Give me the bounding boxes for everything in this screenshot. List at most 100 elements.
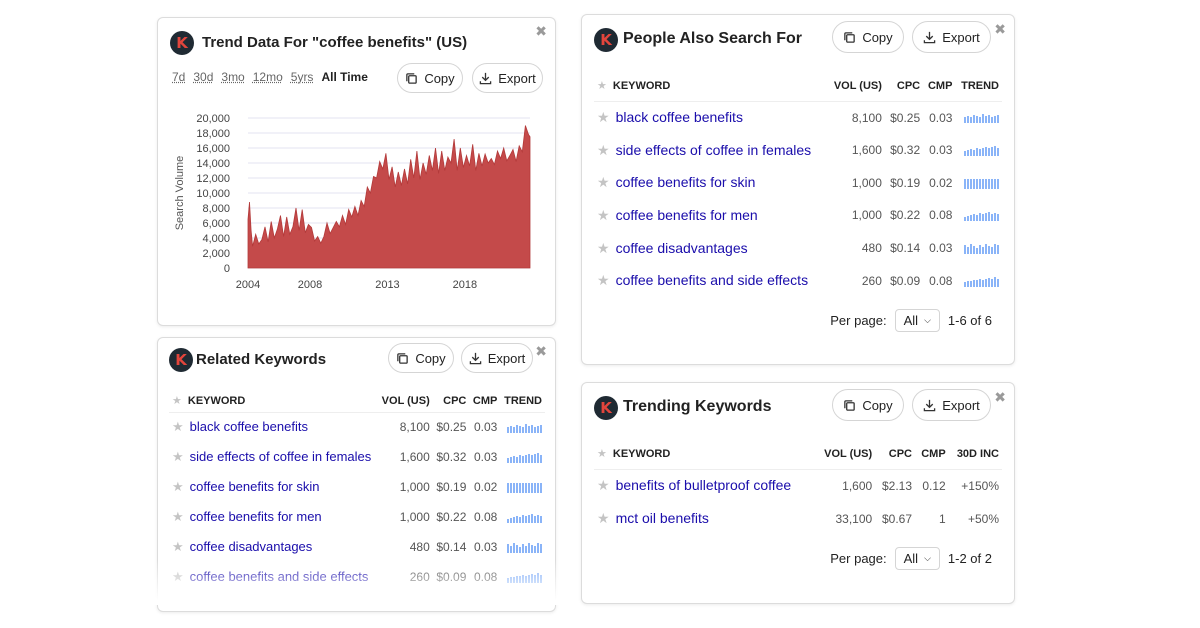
trend-cell (955, 264, 1002, 297)
keyword-cell: ★ coffee benefits and side effects (594, 264, 828, 297)
trend-close-icon[interactable]: ✖ (535, 24, 547, 40)
keyword-link[interactable]: black coffee benefits (190, 419, 308, 434)
trend-bar (516, 575, 518, 583)
keyword-link[interactable]: coffee benefits for men (616, 207, 758, 223)
keyword-link[interactable]: coffee benefits for men (190, 509, 322, 524)
people-close-icon[interactable]: ✖ (994, 22, 1006, 38)
keyword-link[interactable]: side effects of coffee in females (190, 449, 372, 464)
trend-bar (997, 244, 999, 254)
keyword-link[interactable]: coffee benefits and side effects (616, 272, 809, 288)
column-header-cpc[interactable]: CPC (432, 390, 470, 413)
column-header-keyword[interactable]: ★ KEYWORD (594, 439, 816, 470)
column-header-trend[interactable]: TREND (955, 71, 1002, 102)
trend-bar (528, 542, 530, 553)
column-header-vol-us[interactable]: VOL (US) (815, 439, 876, 470)
trend-bar (973, 279, 975, 287)
keyword-link[interactable]: coffee benefits for skin (190, 479, 320, 494)
vol-cell: 1,600 (399, 450, 430, 464)
time-filter-3mo[interactable]: 3mo (221, 70, 244, 84)
star-icon[interactable]: ★ (597, 241, 610, 257)
trend-bar (997, 278, 999, 287)
related-copy-button[interactable]: Copy (388, 343, 454, 373)
download-icon (923, 31, 936, 43)
star-icon[interactable]: ★ (597, 273, 610, 289)
star-icon[interactable]: ★ (172, 420, 184, 435)
trending-close-icon[interactable]: ✖ (994, 390, 1006, 406)
column-header-cpc[interactable]: CPC (884, 71, 924, 102)
star-icon[interactable]: ★ (172, 570, 184, 585)
trend-copy-button[interactable]: Copy (397, 63, 463, 93)
per-page-value: All (903, 551, 919, 566)
column-header-vol-us[interactable]: VOL (US) (377, 390, 433, 413)
column-header-cpc[interactable]: CPC (875, 439, 916, 470)
column-header-cmp[interactable]: CMP (923, 71, 956, 102)
keyword-link[interactable]: coffee benefits for skin (616, 174, 756, 190)
column-header-vol-us[interactable]: VOL (US) (827, 71, 885, 102)
keyword-link[interactable]: coffee disadvantages (190, 539, 313, 554)
keyword-link[interactable]: side effects of coffee in females (616, 142, 812, 158)
star-icon[interactable]: ★ (597, 208, 610, 224)
keyword-link[interactable]: black coffee benefits (616, 109, 743, 125)
trend-bar (534, 545, 536, 553)
star-all-icon[interactable]: ★ (597, 447, 607, 460)
trend-bar (967, 116, 969, 124)
trending-copy-button[interactable]: Copy (832, 389, 904, 421)
keyword-cell: ★ benefits of bulletproof coffee (594, 469, 815, 502)
people-copy-button[interactable]: Copy (832, 21, 904, 53)
time-filter-30d[interactable]: 30d (193, 70, 213, 84)
trend-bar (991, 214, 993, 222)
trend-sparkline (964, 276, 999, 287)
star-icon[interactable]: ★ (172, 540, 184, 555)
table-row: ★ black coffee benefits 8,100 $0.25 0.03 (169, 412, 545, 442)
column-header-cmp[interactable]: CMP (915, 439, 949, 470)
keywords-everywhere-logo: K (169, 348, 193, 372)
trend-chart: 20,000 18,000 16,000 14,000 12,000 10,000 8,00… (174, 113, 531, 291)
trend-bar (513, 576, 515, 583)
column-header-cmp[interactable]: CMP (469, 390, 501, 413)
star-icon[interactable]: ★ (597, 110, 610, 126)
trend-bar (534, 574, 536, 583)
keyword-link[interactable]: benefits of bulletproof coffee (616, 477, 792, 493)
trend-bar (964, 150, 966, 156)
keyword-link[interactable]: coffee benefits and side effects (190, 569, 369, 584)
star-icon[interactable]: ★ (597, 511, 610, 527)
column-header-keyword[interactable]: ★ KEYWORD (169, 390, 378, 413)
related-close-icon[interactable]: ✖ (535, 344, 547, 360)
star-icon[interactable]: ★ (172, 450, 184, 465)
column-header-30d-inc[interactable]: 30D INC (948, 439, 1002, 470)
time-filter-7d[interactable]: 7d (172, 70, 185, 84)
cmp-cell: 0.03 (929, 143, 953, 158)
trend-bar (540, 574, 542, 583)
star-icon[interactable]: ★ (172, 480, 184, 495)
trend-bar (513, 455, 515, 463)
time-filter-5yrs[interactable]: 5yrs (291, 70, 314, 84)
star-icon[interactable]: ★ (172, 510, 184, 525)
related-export-button[interactable]: Export (461, 343, 533, 373)
star-icon[interactable]: ★ (597, 143, 610, 159)
chevron-down-icon: ⌵ (924, 315, 931, 325)
star-icon[interactable]: ★ (597, 478, 610, 494)
keyword-link[interactable]: coffee disadvantages (616, 240, 748, 256)
column-header-keyword[interactable]: ★ KEYWORD (594, 71, 828, 102)
star-all-icon[interactable]: ★ (597, 79, 607, 92)
star-icon[interactable]: ★ (597, 175, 610, 191)
per-page-select[interactable]: All ⌵ (894, 309, 940, 332)
trend-bar (964, 281, 966, 287)
trend-bar (525, 424, 527, 434)
keyword-link[interactable]: mct oil benefits (616, 510, 709, 526)
keyword-cell: ★ coffee benefits and side effects (169, 562, 378, 592)
table-row: ★ black coffee benefits 8,100 $0.25 0.03 (594, 101, 1002, 134)
time-filter-12mo[interactable]: 12mo (253, 70, 283, 84)
star-all-icon[interactable]: ★ (172, 394, 182, 407)
column-header-trend[interactable]: TREND (500, 390, 545, 413)
cpc-cell: $0.32 (436, 450, 467, 464)
table-row: ★ coffee disadvantages 480 $0.14 0.03 (169, 532, 545, 562)
keyword-cell: ★ coffee disadvantages (169, 532, 378, 562)
people-export-button[interactable]: Export (912, 21, 991, 53)
trend-export-button[interactable]: Export (472, 63, 543, 93)
per-page-select[interactable]: All ⌵ (894, 547, 940, 570)
trend-bar (964, 217, 966, 222)
trending-export-button[interactable]: Export (912, 389, 991, 421)
trend-bar (985, 278, 987, 287)
time-filter-all-time[interactable]: All Time (321, 70, 367, 84)
